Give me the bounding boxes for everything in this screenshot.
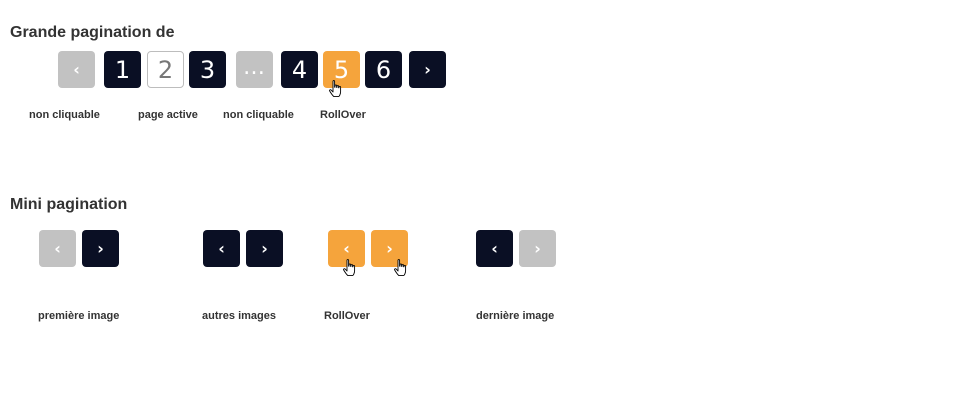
chevron-left-icon: ‹ xyxy=(73,59,80,79)
caption-other-images: autres images xyxy=(202,310,276,322)
chevron-right-icon: › xyxy=(97,238,104,258)
mini-next-button-first[interactable]: › xyxy=(82,230,119,267)
chevron-right-icon: › xyxy=(261,238,268,258)
chevron-right-icon: › xyxy=(534,238,541,258)
chevron-left-icon: ‹ xyxy=(343,238,350,258)
large-prev-button-disabled: ‹ xyxy=(58,51,95,88)
ellipsis-button: … xyxy=(236,51,273,88)
page-5-button-rollover[interactable]: 5 xyxy=(323,51,360,88)
mini-pagination-title: Mini pagination xyxy=(10,196,128,213)
chevron-left-icon: ‹ xyxy=(218,238,225,258)
mini-prev-button-rollover[interactable]: ‹ xyxy=(328,230,365,267)
caption-non-clickable-prev: non cliquable xyxy=(29,109,100,121)
mini-next-button-disabled-last: › xyxy=(519,230,556,267)
ellipsis-icon: … xyxy=(243,54,266,80)
caption-active-page: page active xyxy=(138,109,198,121)
chevron-right-icon: › xyxy=(424,59,431,79)
caption-non-clickable-ellipsis: non cliquable xyxy=(223,109,294,121)
chevron-right-icon: › xyxy=(386,238,393,258)
page-4-button[interactable]: 4 xyxy=(281,51,318,88)
mini-prev-button-other[interactable]: ‹ xyxy=(203,230,240,267)
mini-prev-button-last[interactable]: ‹ xyxy=(476,230,513,267)
page-2-button-active: 2 xyxy=(147,51,184,88)
mini-prev-button-disabled-first: ‹ xyxy=(39,230,76,267)
caption-first-image: première image xyxy=(38,310,120,322)
page-1-button[interactable]: 1 xyxy=(104,51,141,88)
caption-rollover-mini: RollOver xyxy=(324,310,370,322)
large-pagination-title: Grande pagination de xyxy=(10,24,175,41)
large-next-button[interactable]: › xyxy=(409,51,446,88)
mini-next-button-rollover[interactable]: › xyxy=(371,230,408,267)
page-3-button[interactable]: 3 xyxy=(189,51,226,88)
chevron-left-icon: ‹ xyxy=(491,238,498,258)
chevron-left-icon: ‹ xyxy=(54,238,61,258)
caption-last-image: dernière image xyxy=(476,310,555,322)
mini-next-button-other[interactable]: › xyxy=(246,230,283,267)
page-6-button[interactable]: 6 xyxy=(365,51,402,88)
caption-rollover-large: RollOver xyxy=(320,109,366,121)
